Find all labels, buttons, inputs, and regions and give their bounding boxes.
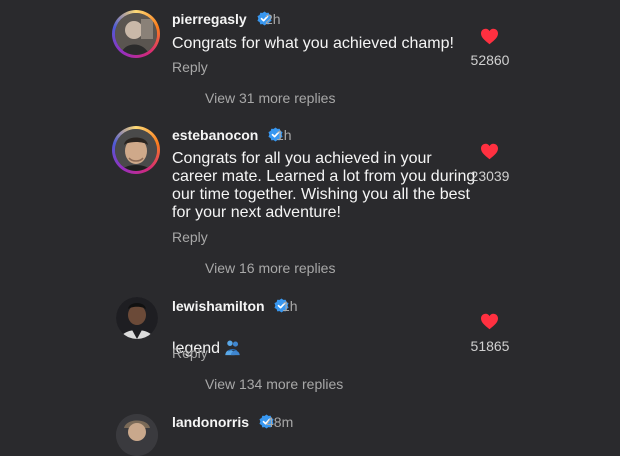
comment-text: Congrats for all you achieved in your ca… (172, 150, 476, 221)
like-heart-icon[interactable] (480, 143, 499, 160)
reply-button[interactable]: Reply (172, 345, 208, 361)
avatar-story-ring[interactable] (112, 126, 160, 174)
view-more-replies-button[interactable]: View 31 more replies (205, 90, 335, 106)
like-count: 23039 (470, 168, 510, 184)
like-heart-icon[interactable] (480, 28, 499, 45)
comment-username[interactable]: lewishamilton (172, 298, 289, 314)
view-more-replies-button[interactable]: View 16 more replies (205, 260, 335, 276)
comment-username[interactable]: pierregasly (172, 11, 272, 27)
avatar[interactable] (115, 13, 157, 55)
avatar-photo-icon (116, 414, 158, 456)
comment-username[interactable]: landonorris (172, 414, 274, 430)
comment-username[interactable]: estebanocon (172, 127, 283, 143)
like-count: 52860 (470, 52, 510, 68)
avatar-story-ring[interactable] (112, 10, 160, 58)
reply-button[interactable]: Reply (172, 59, 208, 75)
avatar-photo-icon (115, 129, 157, 171)
reply-button[interactable]: Reply (172, 229, 208, 245)
comment-text: Congrats for what you achieved champ! (172, 35, 454, 52)
view-more-replies-button[interactable]: View 134 more replies (205, 376, 343, 392)
avatar[interactable] (116, 297, 158, 339)
comment-timestamp: 48m (266, 414, 294, 430)
like-count: 51865 (470, 338, 510, 354)
avatar-photo-icon (116, 297, 158, 339)
comment-timestamp: 2h (265, 11, 281, 27)
avatar[interactable] (116, 414, 158, 456)
avatar[interactable] (115, 129, 157, 171)
person-hugging-emoji-icon (225, 340, 240, 356)
like-heart-icon[interactable] (480, 313, 499, 330)
comment-timestamp: 1h (282, 298, 298, 314)
avatar-photo-icon (115, 13, 157, 55)
comment-timestamp: 1h (276, 127, 292, 143)
